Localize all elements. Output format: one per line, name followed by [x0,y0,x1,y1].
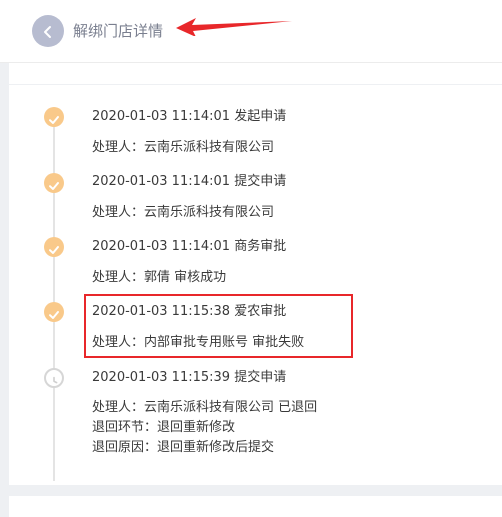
timeline-item-return-reason: 退回原因：退回重新修改后提交 [92,440,275,455]
timeline-item-handler: 处理人：云南乐派科技有限公司 [92,205,275,220]
timeline-item-title: 2020-01-03 11:14:01 提交申请 [92,174,287,189]
timeline-item-handler: 处理人：云南乐派科技有限公司 已退回 [92,400,318,415]
timeline-node-2 [44,173,64,193]
check-icon [48,241,60,254]
annotation-highlight-box [84,294,353,358]
timeline-line [53,117,55,481]
back-button[interactable] [32,15,64,47]
check-icon [48,177,60,190]
timeline-node-5 [44,368,64,388]
clock-icon [48,372,60,384]
annotation-arrow-icon [176,18,292,36]
timeline-item-handler: 处理人：郭倩 审核成功 [92,270,227,285]
header-bar: 解绑门店详情 [0,0,502,63]
page-title: 解绑门店详情 [73,22,164,40]
panel-bottom-strip [9,496,502,517]
timeline-item-handler: 处理人：云南乐派科技有限公司 [92,140,275,155]
timeline-item-title: 2020-01-03 11:14:01 商务审批 [92,239,287,254]
timeline-item-title: 2020-01-03 11:14:01 发起申请 [92,109,287,124]
chevron-left-icon [41,24,55,38]
timeline-node-1 [44,107,64,127]
check-icon [48,306,60,319]
timeline-item-title: 2020-01-03 11:15:39 提交申请 [92,370,287,385]
timeline-node-3 [44,237,64,257]
check-icon [48,111,60,124]
timeline-item-return-step: 退回环节：退回重新修改 [92,420,236,435]
panel-top-strip [9,63,502,84]
timeline-node-4 [44,302,64,322]
